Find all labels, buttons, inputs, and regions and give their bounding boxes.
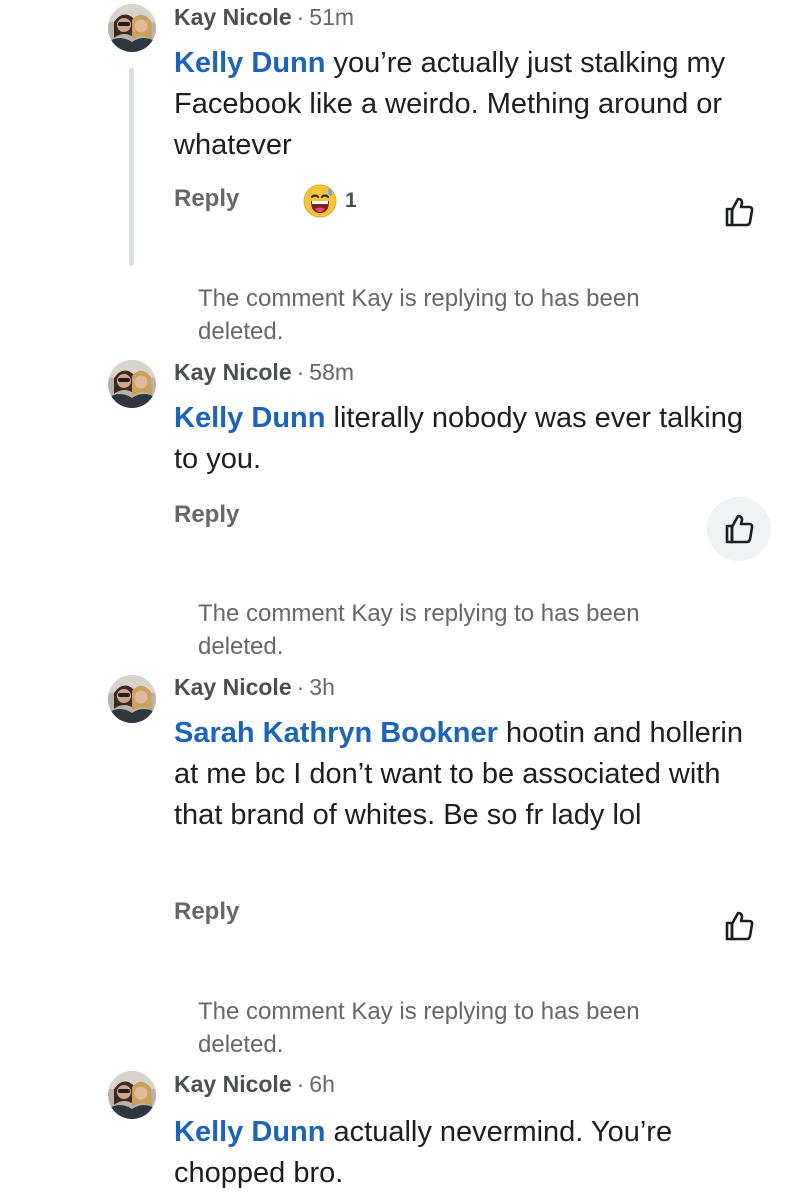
- avatar[interactable]: [108, 675, 156, 723]
- comment-author[interactable]: Kay Nicole: [174, 4, 292, 30]
- comment-text: Kelly Dunn literally nobody was ever tal…: [174, 398, 770, 480]
- comment-time[interactable]: 58m: [309, 359, 354, 385]
- comment-author[interactable]: Kay Nicole: [174, 1071, 292, 1097]
- thread-line: [129, 68, 134, 266]
- thumbs-up-icon: [721, 511, 757, 547]
- comment-author[interactable]: Kay Nicole: [174, 674, 292, 700]
- separator-dot: ·: [296, 4, 305, 30]
- comment-author[interactable]: Kay Nicole: [174, 359, 292, 385]
- separator-dot: ·: [296, 674, 305, 700]
- reaction-summary[interactable]: 1: [303, 184, 357, 218]
- thumbs-up-icon: [721, 194, 757, 230]
- comment-header: Kay Nicole · 3h: [174, 672, 335, 702]
- like-button[interactable]: [707, 497, 771, 561]
- reply-button[interactable]: Reply: [174, 500, 239, 530]
- comment-header: Kay Nicole · 51m: [174, 2, 354, 32]
- avatar[interactable]: [108, 4, 156, 52]
- mention-link[interactable]: Kelly Dunn: [174, 1116, 325, 1148]
- comment-time[interactable]: 51m: [309, 4, 354, 30]
- mention-link[interactable]: Kelly Dunn: [174, 402, 325, 434]
- mention-link[interactable]: Kelly Dunn: [174, 47, 325, 79]
- like-button[interactable]: [707, 894, 771, 958]
- thumbs-up-icon: [721, 908, 757, 944]
- like-button[interactable]: [707, 180, 771, 244]
- deleted-comment-notice: The comment Kay is replying to has been …: [198, 285, 640, 345]
- deleted-comment-notice: The comment Kay is replying to has been …: [198, 998, 640, 1058]
- reaction-count: 1: [345, 189, 357, 212]
- grinning-sweat-emoji-icon: [303, 184, 337, 218]
- comment-header: Kay Nicole · 58m: [174, 357, 354, 387]
- separator-dot: ·: [296, 1071, 305, 1097]
- comment-time[interactable]: 3h: [309, 674, 335, 700]
- comment-time[interactable]: 6h: [309, 1071, 335, 1097]
- comment-text: Sarah Kathryn Bookner hootin and holleri…: [174, 713, 770, 836]
- comment-text: Kelly Dunn actually nevermind. You’re ch…: [174, 1112, 770, 1194]
- reply-button[interactable]: Reply: [174, 897, 239, 927]
- reply-button[interactable]: Reply: [174, 184, 239, 214]
- deleted-comment-notice: The comment Kay is replying to has been …: [198, 600, 640, 660]
- avatar[interactable]: [108, 360, 156, 408]
- comment-header: Kay Nicole · 6h: [174, 1069, 335, 1099]
- mention-link[interactable]: Sarah Kathryn Bookner: [174, 717, 498, 749]
- separator-dot: ·: [296, 359, 305, 385]
- comment-text: Kelly Dunn you’re actually just stalking…: [174, 43, 770, 166]
- avatar[interactable]: [108, 1071, 156, 1119]
